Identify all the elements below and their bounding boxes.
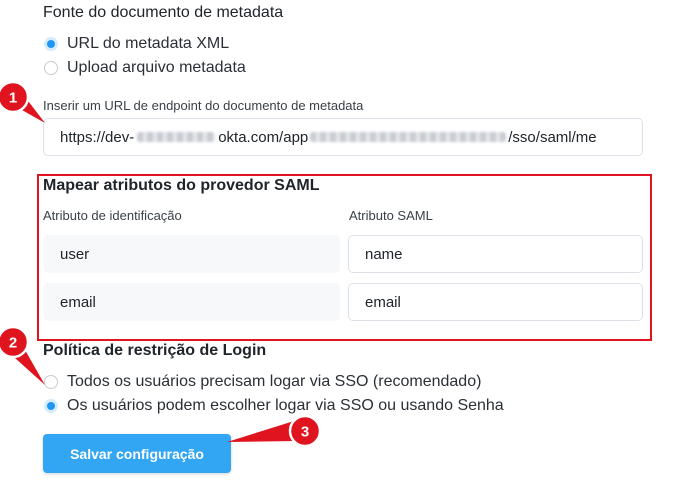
radio-option-require-sso[interactable]: Todos os usuários precisam logar via SSO… xyxy=(44,373,481,391)
url-mid-text: okta.com/app xyxy=(218,128,309,146)
identification-attribute-field: email xyxy=(43,283,340,321)
redacted-region xyxy=(137,132,216,142)
field-value: name xyxy=(365,245,403,263)
metadata-source-title: Fonte do documento de metadata xyxy=(43,4,284,21)
radio-label: Todos os usuários precisam logar via SSO… xyxy=(67,373,482,390)
url-prefix-text: https://dev- xyxy=(60,128,135,146)
radio-label: Upload arquivo metadata xyxy=(67,59,246,76)
radio-option-url-metadata[interactable]: URL do metadata XML xyxy=(44,35,229,53)
attribute-mapping-title: Mapear atributos do provedor SAML xyxy=(43,177,320,194)
callout-badge-1 xyxy=(0,80,30,114)
column-header-saml: Atributo SAML xyxy=(349,208,433,223)
metadata-url-input[interactable]: https://dev- okta.com/app /sso/saml/me xyxy=(43,118,643,156)
save-configuration-button[interactable]: Salvar configuração xyxy=(43,434,231,473)
radio-label: URL do metadata XML xyxy=(67,35,230,52)
callout-arrow xyxy=(5,343,45,385)
url-suffix-text: /sso/saml/me xyxy=(508,128,597,146)
radio-option-sso-or-password[interactable]: Os usuários podem escolher logar via SSO… xyxy=(44,397,504,415)
radio-button[interactable] xyxy=(44,375,58,389)
identification-attribute-field: user xyxy=(43,235,340,273)
callout-badge-3 xyxy=(288,414,322,448)
callout-number: 1 xyxy=(9,90,17,107)
callout-arrow xyxy=(6,93,45,123)
radio-option-upload-metadata[interactable]: Upload arquivo metadata xyxy=(44,59,246,77)
login-policy-title: Política de restrição de Login xyxy=(43,342,267,359)
redacted-region xyxy=(310,132,507,142)
column-header-identification: Atributo de identificação xyxy=(43,208,182,223)
saml-attribute-input[interactable]: name xyxy=(348,235,643,273)
field-value: email xyxy=(60,293,96,311)
callout-number: 2 xyxy=(9,335,17,352)
radio-button-selected[interactable] xyxy=(44,399,58,413)
radio-button[interactable] xyxy=(44,61,58,75)
saml-attribute-input[interactable]: email xyxy=(348,283,643,321)
field-value: email xyxy=(365,293,401,311)
field-value: user xyxy=(60,245,90,263)
metadata-url-label: Inserir um URL de endpoint do documento … xyxy=(43,98,364,113)
radio-button-selected[interactable] xyxy=(44,37,58,51)
callout-number: 3 xyxy=(301,424,309,441)
radio-label: Os usuários podem escolher logar via SSO… xyxy=(67,397,504,414)
callout-badge-2 xyxy=(0,325,30,359)
callout-arrow xyxy=(227,421,296,442)
